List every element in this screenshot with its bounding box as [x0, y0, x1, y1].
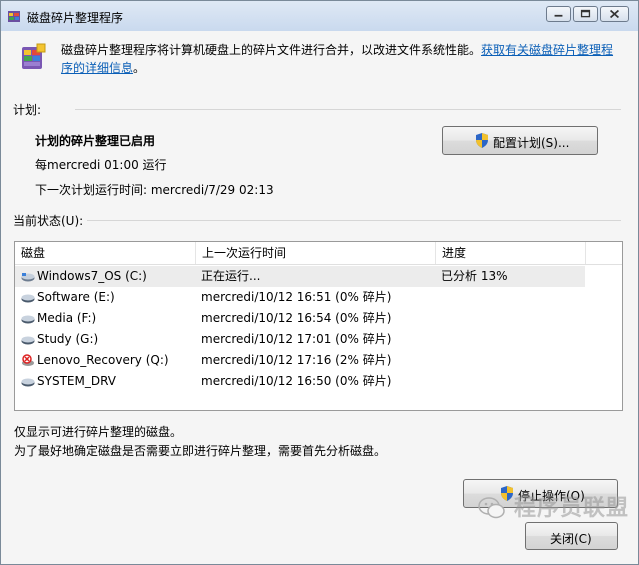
recovery-drive-icon — [22, 354, 34, 366]
drive-row[interactable]: Study (G:) mercredi/10/12 17:01 (0% 碎片) — [15, 329, 585, 350]
drive-list-header: 磁盘 上一次运行时间 进度 — [15, 242, 622, 265]
column-header-progress[interactable]: 进度 — [436, 242, 586, 264]
drive-name: Study (G:) — [37, 332, 99, 346]
drive-name: SYSTEM_DRV — [37, 374, 116, 388]
column-header-disk[interactable]: 磁盘 — [15, 242, 196, 264]
maximize-icon — [580, 9, 591, 18]
minimize-icon — [554, 14, 563, 17]
drive-icon — [21, 378, 35, 387]
note-analyze-first: 为了最好地确定磁盘是否需要立即进行碎片整理，需要首先分析磁盘。 — [14, 444, 387, 458]
close-button[interactable]: 关闭(C) — [525, 522, 618, 550]
wechat-icon — [478, 497, 505, 519]
title-bar[interactable]: 磁盘碎片整理程序 — [1, 1, 638, 31]
defrag-window: 磁盘碎片整理程序 磁盘碎片整理程序将计算机硬盘上的碎片文件进行合并，以改进文件系… — [0, 0, 639, 565]
drive-name: Windows7_OS (C:) — [37, 269, 147, 283]
drive-last-run: mercredi/10/12 16:51 (0% 碎片) — [201, 290, 392, 304]
drive-name: Software (E:) — [37, 290, 115, 304]
drive-row[interactable]: Windows7_OS (C:) 正在运行... 已分析 13% — [15, 266, 585, 287]
configure-schedule-button[interactable]: 配置计划(S)... — [442, 126, 598, 155]
client-area: 磁盘碎片整理程序将计算机硬盘上的碎片文件进行合并，以改进文件系统性能。获取有关磁… — [1, 31, 638, 564]
drive-last-run: mercredi/10/12 17:16 (2% 碎片) — [201, 353, 392, 367]
maximize-button[interactable] — [573, 6, 598, 22]
description-text: 磁盘碎片整理程序将计算机硬盘上的碎片文件进行合并，以改进文件系统性能。 — [61, 43, 482, 57]
defrag-app-icon — [8, 11, 20, 22]
drive-row[interactable]: Lenovo_Recovery (Q:) mercredi/10/12 17:16… — [15, 350, 585, 371]
column-header-last-run[interactable]: 上一次运行时间 — [196, 242, 436, 264]
close-icon — [609, 9, 620, 19]
drive-row[interactable]: Media (F:) mercredi/10/12 16:54 (0% 碎片) — [15, 308, 585, 329]
description: 磁盘碎片整理程序将计算机硬盘上的碎片文件进行合并，以改进文件系统性能。获取有关磁… — [61, 41, 621, 77]
drive-last-run: mercredi/10/12 16:54 (0% 碎片) — [201, 311, 392, 325]
configure-schedule-label: 配置计划(S)... — [493, 136, 570, 150]
drive-icon — [21, 294, 35, 303]
drive-progress: 已分析 13% — [441, 269, 508, 283]
schedule-frequency: 每mercredi 01:00 运行 — [35, 158, 167, 172]
description-suffix: 。 — [133, 61, 146, 75]
schedule-next-run: 下一次计划运行时间: mercredi/7/29 02:13 — [35, 183, 274, 197]
window-title: 磁盘碎片整理程序 — [27, 11, 124, 25]
drive-name: Media (F:) — [37, 311, 97, 325]
schedule-section-label: 计划: — [13, 103, 42, 117]
drive-name: Lenovo_Recovery (Q:) — [37, 353, 169, 367]
status-section-label: 当前状态(U): — [13, 214, 84, 228]
watermark-text: 程序员联盟 — [514, 496, 630, 521]
uac-shield-icon — [476, 133, 488, 148]
drive-last-run: 正在运行... — [201, 269, 261, 283]
drive-icon — [21, 336, 35, 345]
drive-last-run: mercredi/10/12 17:01 (0% 碎片) — [201, 332, 392, 346]
close-window-button[interactable] — [600, 6, 629, 22]
defrag-header-icon — [22, 43, 46, 69]
note-defraggable-only: 仅显示可进行碎片整理的磁盘。 — [14, 425, 183, 439]
close-button-label: 关闭(C) — [550, 532, 592, 546]
status-divider — [87, 220, 621, 221]
drive-icon — [21, 315, 35, 324]
system-drive-icon — [21, 273, 35, 282]
drive-list[interactable]: 磁盘 上一次运行时间 进度 Windows7_OS (C:) 正在运行... 已分析… — [14, 241, 623, 411]
drive-row[interactable]: SYSTEM_DRV mercredi/10/12 16:50 (0% 碎片) — [15, 371, 585, 392]
minimize-button[interactable] — [546, 6, 571, 22]
drive-last-run: mercredi/10/12 16:50 (0% 碎片) — [201, 374, 392, 388]
schedule-status-title: 计划的碎片整理已启用 — [35, 134, 156, 148]
drive-row[interactable]: Software (E:) mercredi/10/12 16:51 (0% 碎片… — [15, 287, 585, 308]
schedule-divider — [75, 109, 621, 110]
